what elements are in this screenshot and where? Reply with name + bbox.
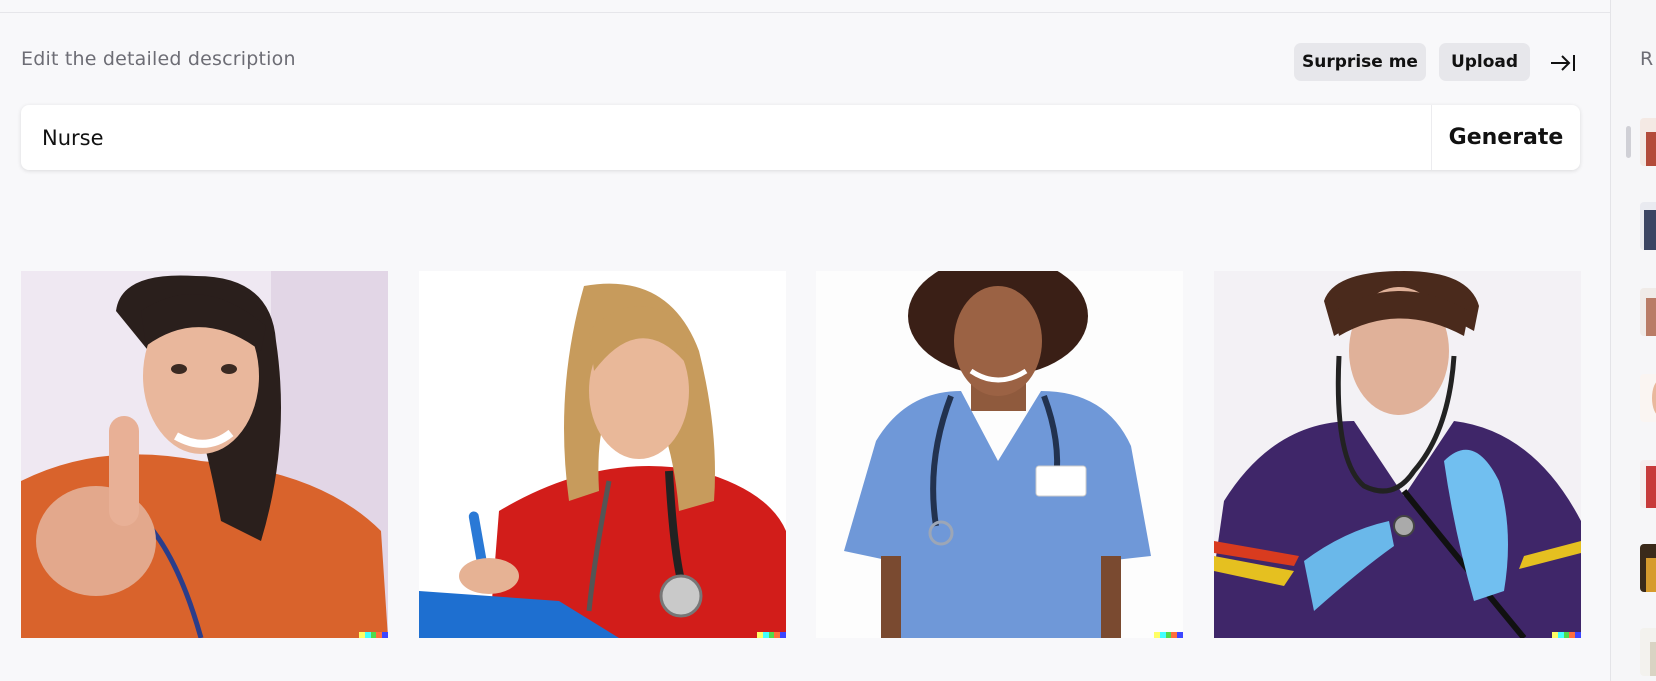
nurse-blue-image: [816, 271, 1183, 638]
description-label: Edit the detailed description: [21, 48, 296, 70]
history-thumbnail[interactable]: [1640, 544, 1656, 592]
watermark: [1154, 632, 1183, 638]
nurse-orange-image: [21, 271, 388, 638]
history-thumbnail[interactable]: [1640, 460, 1656, 508]
history-thumbnail[interactable]: [1640, 202, 1656, 250]
result-image-3[interactable]: [816, 271, 1183, 638]
history-thumbnail[interactable]: [1640, 628, 1656, 676]
nurse-purple-image: [1214, 271, 1581, 638]
prompt-box: Generate: [21, 104, 1580, 171]
history-label: R: [1640, 48, 1654, 70]
history-thumbnail[interactable]: [1640, 118, 1656, 166]
watermark: [1552, 632, 1581, 638]
history-thumbnail[interactable]: [1640, 288, 1656, 336]
main-panel: Edit the detailed description Surprise m…: [0, 0, 1610, 681]
generate-button[interactable]: Generate: [1432, 105, 1580, 170]
collapse-right-icon[interactable]: [1548, 48, 1578, 78]
wm-blue: [780, 632, 786, 638]
result-image-1[interactable]: [21, 271, 388, 638]
history-scrollbar[interactable]: [1626, 126, 1631, 158]
surprise-me-button[interactable]: Surprise me: [1294, 43, 1426, 81]
upload-button[interactable]: Upload: [1439, 43, 1530, 81]
wm-blue: [1575, 632, 1581, 638]
result-image-2[interactable]: [419, 271, 786, 638]
result-image-4[interactable]: [1214, 271, 1581, 638]
top-divider: [0, 12, 1610, 13]
wm-blue: [382, 632, 388, 638]
wm-blue: [1177, 632, 1183, 638]
watermark: [757, 632, 786, 638]
history-thumbnail[interactable]: [1640, 374, 1656, 422]
prompt-input[interactable]: [21, 104, 1431, 171]
nurse-red-image: [419, 271, 786, 638]
history-sidebar: R: [1610, 0, 1656, 681]
watermark: [359, 632, 388, 638]
